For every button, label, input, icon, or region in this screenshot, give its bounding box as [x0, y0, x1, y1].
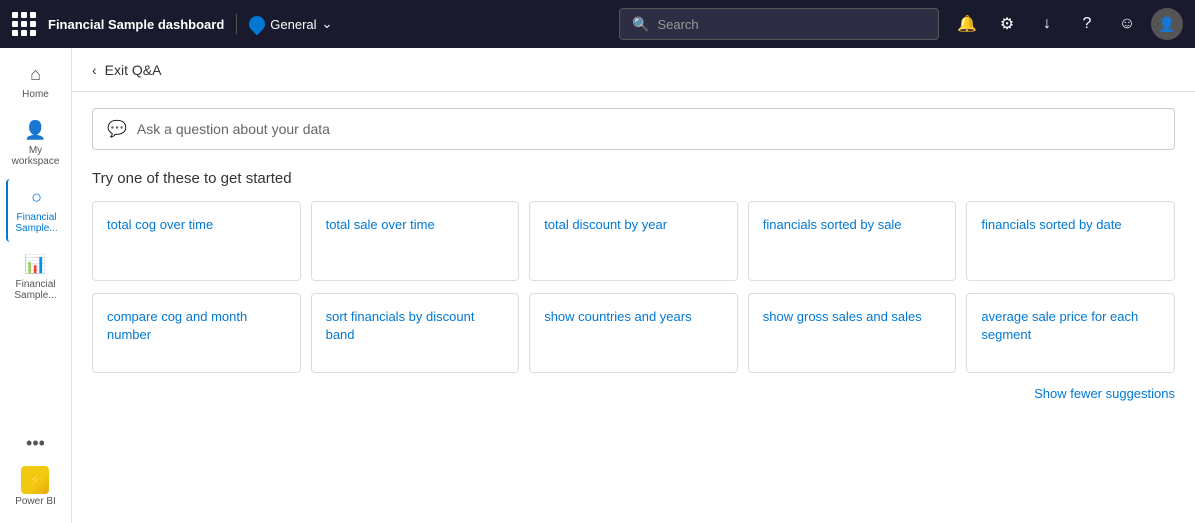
workspace-label: General	[270, 17, 316, 32]
feedback-icon[interactable]: ☺	[1111, 8, 1143, 40]
qna-area: 💬 Try one of these to get started total …	[72, 92, 1195, 523]
nav-divider	[236, 14, 237, 34]
user-avatar[interactable]: 👤	[1151, 8, 1183, 40]
top-navigation: Financial Sample dashboard General ⌄ 🔍 🔔…	[0, 0, 1195, 48]
person-icon: 👤	[24, 120, 46, 141]
sidebar-powerbi[interactable]: ⚡ Power BI	[15, 466, 56, 507]
chat-icon: 💬	[107, 119, 127, 139]
subheader: ‹ Exit Q&A	[72, 48, 1195, 92]
powerbi-label: Power BI	[15, 496, 56, 507]
shield-icon	[246, 13, 269, 36]
sidebar-item-label: Financial Sample...	[10, 279, 62, 301]
show-fewer-link[interactable]: Show fewer suggestions	[1034, 386, 1175, 401]
suggestions-row-1: total cog over time total sale over time…	[92, 201, 1175, 281]
chart-icon: 📊	[24, 254, 46, 275]
download-icon[interactable]: ↓	[1031, 8, 1063, 40]
sidebar-item-my-workspace[interactable]: 👤 My workspace	[6, 112, 66, 175]
sidebar: ⌂ Home 👤 My workspace ○ Financial Sample…	[0, 48, 72, 523]
bell-icon[interactable]: 🔔	[951, 8, 983, 40]
workspace-badge[interactable]: General ⌄	[249, 16, 332, 32]
search-icon: 🔍	[632, 16, 649, 33]
waffle-menu[interactable]	[12, 12, 36, 36]
dashboard-icon: ○	[31, 187, 42, 208]
nav-icon-group: 🔔 ⚙ ↓ ? ☺ 👤	[951, 8, 1183, 40]
suggestion-total-cog-over-time[interactable]: total cog over time	[92, 201, 301, 281]
chevron-left-icon: ‹	[92, 62, 97, 78]
app-title: Financial Sample dashboard	[48, 17, 224, 32]
main-content: ‹ Exit Q&A 💬 Try one of these to get sta…	[72, 48, 1195, 523]
exit-qna-label: Exit Q&A	[105, 62, 162, 78]
suggestion-financials-sorted-by-date[interactable]: financials sorted by date	[966, 201, 1175, 281]
qna-input-box[interactable]: 💬	[92, 108, 1175, 150]
suggestion-show-countries-years[interactable]: show countries and years	[529, 293, 738, 373]
suggestions-title: Try one of these to get started	[92, 170, 1175, 187]
sidebar-item-home[interactable]: ⌂ Home	[6, 56, 66, 108]
sidebar-more-button[interactable]: •••	[18, 425, 53, 462]
show-fewer-section: Show fewer suggestions	[92, 385, 1175, 403]
sidebar-item-label: My workspace	[10, 145, 62, 167]
powerbi-logo: ⚡	[21, 466, 49, 494]
suggestion-compare-cog-month[interactable]: compare cog and month number	[92, 293, 301, 373]
suggestions-row-2: compare cog and month number sort financ…	[92, 293, 1175, 373]
suggestion-total-sale-over-time[interactable]: total sale over time	[311, 201, 520, 281]
help-icon[interactable]: ?	[1071, 8, 1103, 40]
search-box[interactable]: 🔍	[619, 8, 939, 40]
suggestion-financials-sorted-by-sale[interactable]: financials sorted by sale	[748, 201, 957, 281]
qna-input[interactable]	[137, 121, 1160, 137]
search-input[interactable]	[657, 17, 926, 32]
suggestion-total-discount-by-year[interactable]: total discount by year	[529, 201, 738, 281]
sidebar-item-label: Financial Sample...	[12, 212, 62, 234]
main-layout: ⌂ Home 👤 My workspace ○ Financial Sample…	[0, 48, 1195, 523]
sidebar-item-financial-sample-2[interactable]: 📊 Financial Sample...	[6, 246, 66, 309]
chevron-down-icon: ⌄	[322, 16, 333, 32]
suggestion-average-sale-price[interactable]: average sale price for each segment	[966, 293, 1175, 373]
exit-qna-button[interactable]: ‹ Exit Q&A	[92, 62, 161, 78]
sidebar-item-financial-sample-1[interactable]: ○ Financial Sample...	[6, 179, 66, 242]
home-icon: ⌂	[30, 64, 41, 85]
suggestion-show-gross-sales[interactable]: show gross sales and sales	[748, 293, 957, 373]
settings-icon[interactable]: ⚙	[991, 8, 1023, 40]
suggestion-sort-financials-discount[interactable]: sort financials by discount band	[311, 293, 520, 373]
sidebar-item-label: Home	[22, 89, 49, 100]
